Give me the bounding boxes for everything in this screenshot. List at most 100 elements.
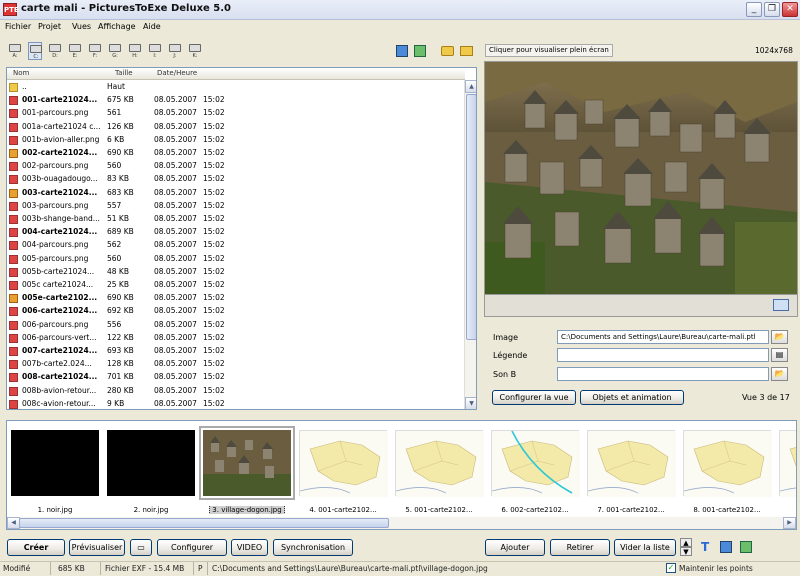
open-folder-icon[interactable] [441,46,454,56]
menu-fichier[interactable]: Fichier [5,22,31,31]
slide-thumbnail[interactable]: 8. 001-carte2102... [683,430,772,514]
scroll-up-button[interactable]: ▲ [465,80,476,93]
slide-strip[interactable]: 1. noir.jpg 2. noir.jpg 3. village-dogon.j… [6,420,797,530]
configure-button[interactable]: Configurer [157,539,227,556]
fullscreen-hint[interactable]: Cliquer pour visualiser plein écran [485,44,613,57]
scroll-down-button[interactable]: ▼ [465,397,476,409]
file-row[interactable]: 002-carte21024... 690 KB 08.05.2007 15:02 [7,147,465,160]
app-icon[interactable]: PTE [3,3,19,16]
legend-edit-icon[interactable]: ▤ [771,348,788,362]
slide-thumbnail[interactable]: 7. 001-carte2102... [587,430,676,514]
minimize-button[interactable]: _ [746,2,762,17]
file-date: 08.05.2007 [154,227,197,237]
scroll-right-button[interactable]: ▶ [783,517,796,529]
image-file-icon [9,175,18,185]
menu-projet[interactable]: Projet [38,22,61,31]
file-time: 15:02 [203,253,225,263]
file-row[interactable]: 001-parcours.png 561 08.05.2007 15:02 [7,107,465,120]
empty-list-button[interactable]: Vider la liste [614,539,676,556]
file-row[interactable]: 005c carte21024... 25 KB 08.05.2007 15:02 [7,279,465,292]
slide-thumbnail[interactable]: 5. 001-carte2102... [395,430,484,514]
slide-thumbnail[interactable]: 3. village-dogon.jpg [199,426,295,514]
file-row[interactable]: 006-parcours-vert... 122 KB 08.05.2007 15:0… [7,332,465,345]
menu-affichage[interactable]: Affichage [98,22,136,31]
fullscreen-icon[interactable] [773,299,789,311]
remove-button[interactable]: Retirer [550,539,610,556]
move-down-icon[interactable]: ▼ [680,547,692,556]
file-row[interactable]: 001b-avion-aller.png 6 KB 08.05.2007 15:02 [7,134,465,147]
folder-up-icon[interactable] [460,46,473,56]
move-up-icon[interactable]: ▲ [680,538,692,547]
close-button[interactable]: ✕ [782,2,798,17]
file-row[interactable]: 007-carte21024... 693 KB 08.05.2007 15:02 [7,345,465,358]
drive-i-icon[interactable]: I: [148,42,162,60]
scrollbar-thumb[interactable] [19,518,389,528]
copy-slide-icon[interactable] [720,541,732,553]
file-row[interactable]: 008b-avion-retour... 280 KB 08.05.2007 15:0… [7,385,465,398]
menu-vues[interactable]: Vues [72,22,91,31]
column-size[interactable]: Taille [115,69,133,77]
slide-thumbnail[interactable]: 2. noir.jpg [107,430,195,514]
file-list[interactable]: Nom Taille Date/Heure .. Haut 001-carte210… [6,67,477,410]
file-row[interactable]: 001-carte21024... 675 KB 08.05.2007 15:02 [7,94,465,107]
keep-points-checkbox[interactable]: ✓ [666,563,676,573]
file-row[interactable]: 001a-carte21024 c... 126 KB 08.05.2007 15:0… [7,121,465,134]
maximize-button[interactable]: ❐ [764,2,780,17]
column-name[interactable]: Nom [13,69,29,77]
keep-points-label[interactable]: Maintenir les points [679,564,753,573]
preview-photo[interactable] [485,62,797,294]
image-path-field[interactable]: C:\Documents and Settings\Laure\Bureau\c… [557,330,769,344]
drive-e-icon[interactable]: E: [68,42,82,60]
drive-d-icon[interactable]: D: [48,42,62,60]
slide-thumbnail[interactable]: 4. 001-carte2102... [299,430,388,514]
legend-field[interactable] [557,348,769,362]
video-button[interactable]: VIDEO [231,539,268,556]
file-row[interactable]: 006-parcours.png 556 08.05.2007 15:02 [7,319,465,332]
drive-g-icon[interactable]: G: [108,42,122,60]
configure-view-button[interactable]: Configurer la vue [492,390,576,405]
file-row[interactable]: 003-parcours.png 557 08.05.2007 15:02 [7,200,465,213]
file-row[interactable]: 003b-ouagadougo... 83 KB 08.05.2007 15:02 [7,173,465,186]
drive-j-icon[interactable]: J: [168,42,182,60]
slide-properties-icon[interactable] [740,541,752,553]
menu-aide[interactable]: Aide [143,22,161,31]
slide-strip-scrollbar[interactable]: ◀ ▶ [7,517,796,529]
drive-h-icon[interactable]: H: [128,42,142,60]
file-row[interactable]: 004-parcours.png 562 08.05.2007 15:02 [7,239,465,252]
file-row[interactable]: 002-parcours.png 560 08.05.2007 15:02 [7,160,465,173]
file-row[interactable]: 003b-shange-band... 51 KB 08.05.2007 15:02 [7,213,465,226]
file-size: 128 KB [107,359,134,369]
file-row[interactable]: 006-carte21024... 692 KB 08.05.2007 15:02 [7,305,465,318]
slide-thumbnail[interactable]: 6. 002-carte2102... [491,430,580,514]
scrollbar-thumb[interactable] [466,94,476,340]
file-row[interactable]: 004-carte21024... 689 KB 08.05.2007 15:02 [7,226,465,239]
preview-button[interactable]: Prévisualiser [69,539,125,556]
create-button[interactable]: Créer [7,539,65,556]
file-row[interactable]: 008-carte21024... 701 KB 08.05.2007 15:02 [7,371,465,384]
objects-animation-button[interactable]: Objets et animation [580,390,684,405]
file-row[interactable]: 005-parcours.png 560 08.05.2007 15:02 [7,253,465,266]
file-row[interactable]: 008c-avion-retour... 9 KB 08.05.2007 15:02 [7,398,465,409]
drive-c-icon[interactable]: C: [28,42,42,60]
file-row[interactable]: 003-carte21024... 683 KB 08.05.2007 15:02 [7,187,465,200]
column-date[interactable]: Date/Heure [157,69,197,77]
file-row[interactable]: .. Haut [7,81,465,94]
browse-image-icon[interactable]: 📂 [771,330,788,344]
synchronisation-button[interactable]: Synchronisation [273,539,353,556]
file-row[interactable]: 005e-carte2102... 690 KB 08.05.2007 15:02 [7,292,465,305]
file-row[interactable]: 007b-carte2.024... 128 KB 08.05.2007 15:02 [7,358,465,371]
browse-sound-icon[interactable]: 📂 [771,367,788,381]
drive-f-icon[interactable]: F: [88,42,102,60]
slide-thumbnail[interactable]: 9. 0 [779,430,796,497]
file-list-scrollbar[interactable]: ▲ ▼ [464,80,476,409]
fullscreen-preview-icon[interactable]: ▭ [130,539,152,556]
image-view-icon[interactable] [414,45,426,57]
text-icon[interactable]: T [701,540,709,554]
add-button[interactable]: Ajouter [485,539,545,556]
slide-thumbnail[interactable]: 1. noir.jpg [11,430,99,514]
file-row[interactable]: 005b-carte21024... 48 KB 08.05.2007 15:02 [7,266,465,279]
sound-field[interactable] [557,367,769,381]
copy-icon[interactable] [396,45,408,57]
drive-k-icon[interactable]: K: [188,42,202,60]
drive-a-icon[interactable]: A: [8,42,22,60]
